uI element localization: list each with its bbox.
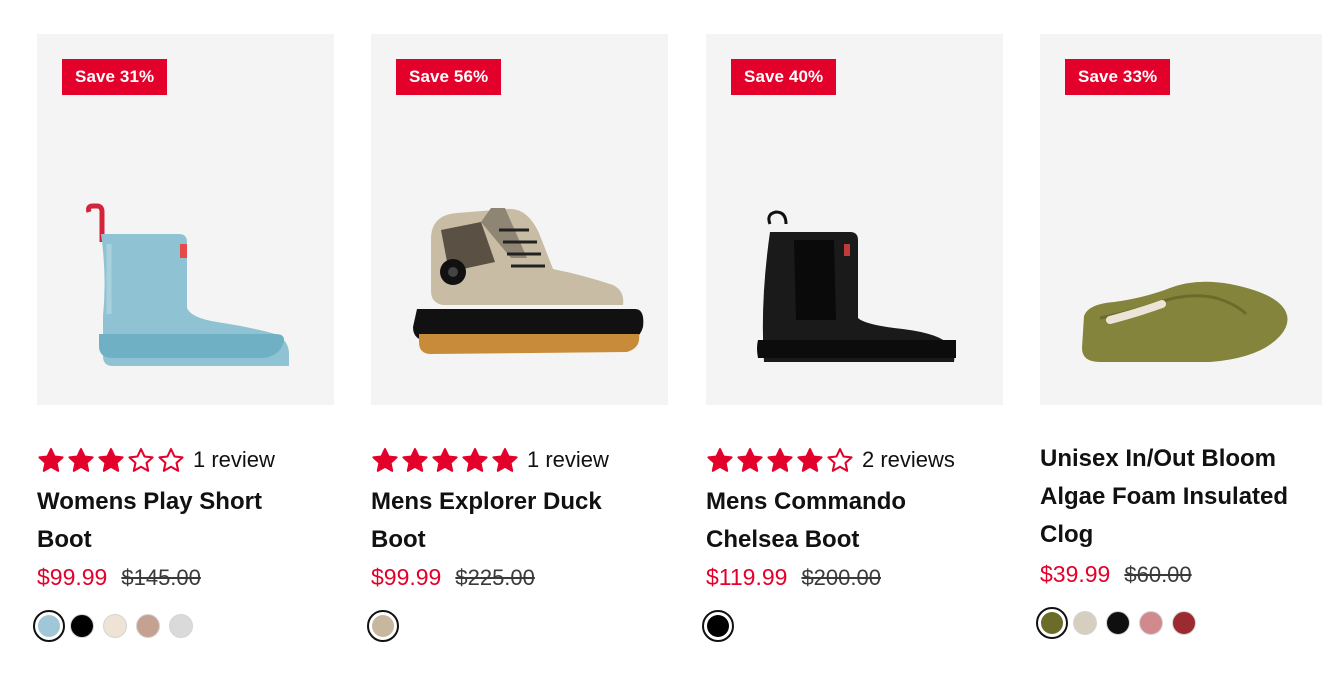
product-title[interactable]: Unisex In/Out Bloom Algae Foam Insulated… — [1040, 440, 1320, 554]
color-swatch[interactable] — [1106, 611, 1130, 635]
color-swatch[interactable] — [1073, 611, 1097, 635]
star-filled-icon — [707, 447, 733, 472]
discount-badge: Save 33% — [1065, 59, 1171, 95]
review-count[interactable]: 1 review — [193, 445, 275, 475]
star-filled-icon — [68, 447, 94, 472]
sale-price: $119.99 — [706, 564, 788, 590]
star-rating — [371, 447, 519, 474]
sale-price: $39.99 — [1040, 561, 1111, 587]
star-filled-icon — [767, 447, 793, 472]
star-filled-icon — [492, 447, 518, 472]
star-rating — [706, 447, 854, 474]
product-title[interactable]: Mens Explorer Duck Boot — [371, 483, 631, 559]
price-row: $39.99 $60.00 — [1040, 561, 1192, 588]
color-swatch[interactable] — [702, 610, 734, 642]
color-swatch[interactable] — [1036, 607, 1068, 639]
star-empty-icon — [158, 447, 184, 472]
color-swatches — [702, 610, 734, 642]
discount-badge: Save 40% — [731, 59, 837, 95]
price-row: $99.99 $225.00 — [371, 564, 535, 591]
star-filled-icon — [737, 447, 763, 472]
rating-row[interactable]: 1 review — [37, 445, 275, 475]
product-image-area[interactable]: Save 40% — [706, 34, 1003, 405]
original-price: $200.00 — [801, 565, 881, 590]
original-price: $60.00 — [1124, 562, 1192, 587]
original-price: $145.00 — [121, 565, 201, 590]
color-swatch[interactable] — [33, 610, 65, 642]
original-price: $225.00 — [455, 565, 535, 590]
rating-row[interactable]: 1 review — [371, 445, 609, 475]
color-swatch[interactable] — [367, 610, 399, 642]
sale-price: $99.99 — [371, 564, 442, 590]
star-filled-icon — [402, 447, 428, 472]
review-count[interactable]: 2 reviews — [862, 445, 955, 475]
product-title[interactable]: Womens Play Short Boot — [37, 483, 297, 559]
color-swatch[interactable] — [1172, 611, 1196, 635]
product-image-area[interactable]: Save 56% — [371, 34, 668, 405]
discount-badge: Save 56% — [396, 59, 502, 95]
product-image-area[interactable]: Save 31% — [37, 34, 334, 405]
star-filled-icon — [462, 447, 488, 472]
price-row: $119.99 $200.00 — [706, 564, 881, 591]
color-swatch[interactable] — [103, 614, 127, 638]
star-empty-icon — [128, 447, 154, 472]
star-filled-icon — [432, 447, 458, 472]
color-swatches — [367, 610, 399, 642]
review-count[interactable]: 1 review — [527, 445, 609, 475]
star-filled-icon — [38, 447, 64, 472]
rating-row[interactable]: 2 reviews — [706, 445, 955, 475]
color-swatch[interactable] — [70, 614, 94, 638]
product-card[interactable]: Save 31% 1 review Womens Play Short Boot… — [33, 34, 334, 642]
product-card[interactable]: Save 33% Unisex In/Out Bloom Algae Foam … — [1036, 34, 1322, 639]
color-swatches — [33, 610, 193, 642]
color-swatches — [1036, 607, 1196, 639]
star-filled-icon — [372, 447, 398, 472]
product-title[interactable]: Mens Commando Chelsea Boot — [706, 483, 966, 559]
star-filled-icon — [98, 447, 124, 472]
color-swatch[interactable] — [169, 614, 193, 638]
product-card[interactable]: Save 56% 1 review Mens Explorer Duck Boo… — [367, 34, 668, 642]
discount-badge: Save 31% — [62, 59, 168, 95]
price-row: $99.99 $145.00 — [37, 564, 201, 591]
product-card[interactable]: Save 40% 2 reviews Mens Commando Chelsea… — [702, 34, 1003, 642]
product-image-area[interactable]: Save 33% — [1040, 34, 1322, 405]
star-filled-icon — [797, 447, 823, 472]
star-empty-icon — [827, 447, 853, 472]
sale-price: $99.99 — [37, 564, 108, 590]
star-rating — [37, 447, 185, 474]
color-swatch[interactable] — [1139, 611, 1163, 635]
color-swatch[interactable] — [136, 614, 160, 638]
